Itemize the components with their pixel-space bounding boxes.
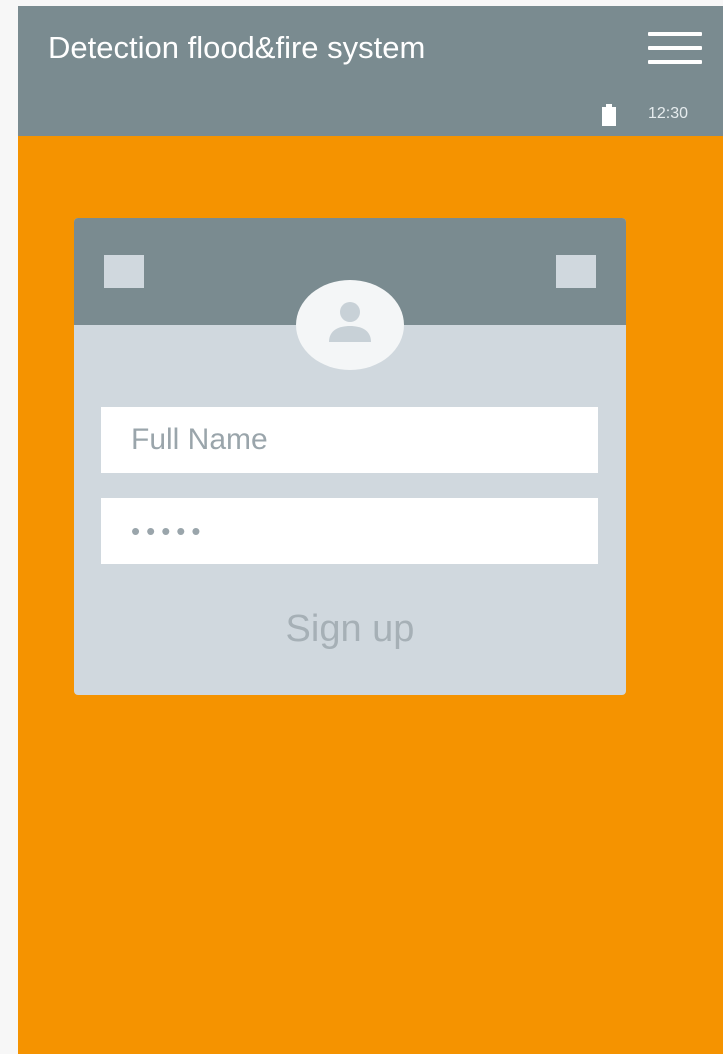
hamburger-menu-icon[interactable] bbox=[648, 32, 702, 64]
battery-icon bbox=[602, 104, 616, 126]
avatar bbox=[296, 280, 404, 370]
status-clock: 12:30 bbox=[648, 105, 689, 122]
person-icon bbox=[329, 302, 371, 342]
password-input[interactable]: ••••• bbox=[101, 498, 598, 564]
placeholder-square-icon bbox=[104, 255, 144, 288]
phone-screen: Detection flood&fire system 12:30 ••••• … bbox=[18, 6, 723, 1054]
app-title: Detection flood&fire system bbox=[48, 30, 426, 65]
signup-button[interactable]: Sign up bbox=[74, 608, 626, 651]
placeholder-square-icon bbox=[556, 255, 596, 288]
app-bar: Detection flood&fire system 12:30 bbox=[18, 6, 723, 136]
password-mask: ••••• bbox=[131, 515, 207, 546]
signup-card: ••••• Sign up bbox=[74, 218, 626, 695]
full-name-input[interactable] bbox=[101, 407, 598, 473]
